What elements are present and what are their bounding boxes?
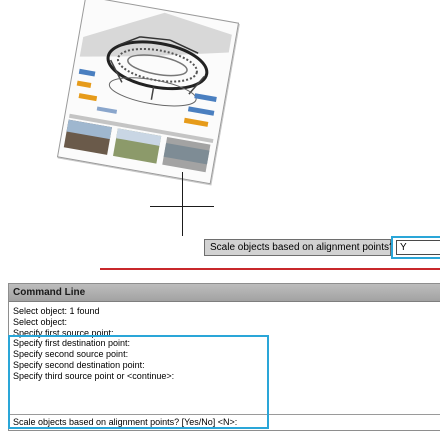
history-line: Specify second source point: — [13, 349, 129, 360]
command-history: Select object: 1 found Select object: Sp… — [11, 306, 431, 382]
history-line: Select object: 1 found — [13, 306, 100, 316]
stadium-image[interactable] — [56, 0, 240, 185]
command-input-line[interactable]: Scale objects based on alignment points?… — [13, 415, 433, 429]
separator-line — [100, 268, 440, 270]
dynamic-input-highlight — [391, 236, 440, 259]
history-line: Specify first source point: — [13, 327, 114, 338]
dynamic-input-prompt: Scale objects based on alignment points? — [204, 239, 395, 256]
command-line-title: Command Line — [9, 284, 440, 302]
command-line-window[interactable]: Command Line Select object: 1 found Sele… — [8, 283, 440, 431]
history-line: Select object: — [13, 316, 68, 327]
crosshair-vertical — [182, 172, 183, 236]
drawing-canvas[interactable] — [0, 0, 440, 270]
history-line: Specify third source point or <continue>… — [13, 370, 175, 381]
dynamic-input-field[interactable] — [396, 240, 440, 255]
history-line: Specify first destination point: — [13, 338, 131, 349]
history-line: Specify second destination point: — [13, 359, 145, 370]
stadium-illustration-icon — [63, 12, 232, 173]
